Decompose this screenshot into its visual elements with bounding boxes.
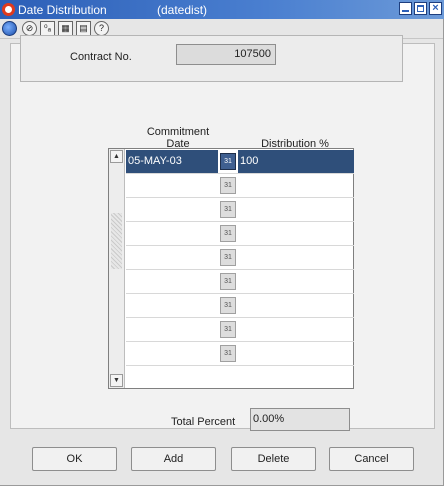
calendar-icon[interactable]: 31 — [220, 345, 236, 362]
calendar-icon[interactable]: 31 — [220, 225, 236, 242]
calendar-icon[interactable]: ▦ — [58, 21, 73, 36]
date-cell[interactable] — [126, 222, 218, 245]
calendar-icon[interactable]: 31 — [220, 153, 236, 170]
contract-label: Contract No. — [70, 51, 132, 63]
cancel-button[interactable]: Cancel — [329, 447, 414, 471]
calendar-icon[interactable]: 31 — [220, 297, 236, 314]
commitment-header: Commitment — [146, 126, 210, 138]
date-distribution-window: Date Distribution (datedist) × ⊘ ⁰ₐ ▦ ▤ … — [0, 0, 444, 486]
distribution-cell[interactable] — [238, 342, 354, 365]
scroll-thumb[interactable] — [111, 213, 122, 269]
date-cell[interactable] — [126, 174, 218, 197]
grid-row[interactable]: 31 — [126, 198, 354, 222]
window-title: Date Distribution — [18, 3, 107, 17]
print-icon[interactable]: ▤ — [76, 21, 91, 36]
window-subtitle: (datedist) — [157, 3, 208, 17]
app-logo-icon — [2, 3, 15, 16]
grid-row[interactable]: 31 — [126, 342, 354, 366]
date-cell[interactable] — [126, 198, 218, 221]
date-cell[interactable] — [126, 294, 218, 317]
calendar-icon[interactable]: 31 — [220, 177, 236, 194]
distribution-cell[interactable] — [238, 222, 354, 245]
add-button[interactable]: Add — [131, 447, 216, 471]
ok-button[interactable]: OK — [32, 447, 117, 471]
grid-row[interactable]: 31 — [126, 294, 354, 318]
maximize-icon[interactable] — [414, 2, 427, 15]
window-controls: × — [399, 2, 442, 15]
date-cell[interactable] — [126, 318, 218, 341]
distribution-cell[interactable] — [238, 318, 354, 341]
contract-number-field[interactable]: 107500 — [176, 44, 276, 65]
distribution-cell[interactable] — [238, 174, 354, 197]
grid-row[interactable]: 31 — [126, 270, 354, 294]
date-cell[interactable] — [126, 342, 218, 365]
title-bar[interactable]: Date Distribution (datedist) × — [0, 0, 444, 19]
grid-row[interactable]: 31 — [126, 222, 354, 246]
grid-row[interactable]: 05-MAY-03 31 100 — [126, 150, 354, 174]
grid-scrollbar[interactable]: ▲ ▼ — [109, 149, 125, 388]
question-icon[interactable]: ? — [94, 21, 109, 36]
help-icon[interactable]: ⁰ₐ — [40, 21, 55, 36]
globe-icon[interactable] — [2, 21, 17, 36]
calendar-icon[interactable]: 31 — [220, 249, 236, 266]
date-cell[interactable]: 05-MAY-03 — [126, 150, 218, 173]
grid-row[interactable]: 31 — [126, 318, 354, 342]
distribution-cell[interactable]: 100 — [238, 150, 354, 173]
date-cell[interactable] — [126, 270, 218, 293]
calendar-icon[interactable]: 31 — [220, 273, 236, 290]
minimize-icon[interactable] — [399, 2, 412, 15]
calendar-icon[interactable]: 31 — [220, 201, 236, 218]
total-percent-label: Total Percent — [171, 416, 236, 428]
distribution-cell[interactable] — [238, 270, 354, 293]
delete-button[interactable]: Delete — [231, 447, 316, 471]
distribution-grid: ▲ ▼ 05-MAY-03 31 100 31 31 31 31 31 31 3… — [108, 148, 354, 389]
total-percent-field: 0.00% — [250, 408, 350, 431]
distribution-cell[interactable] — [238, 294, 354, 317]
exit-icon[interactable]: ⊘ — [22, 21, 37, 36]
scroll-down-icon[interactable]: ▼ — [110, 374, 123, 387]
distribution-cell[interactable] — [238, 198, 354, 221]
close-icon[interactable]: × — [429, 2, 442, 15]
grid-row[interactable]: 31 — [126, 174, 354, 198]
grid-row[interactable]: 31 — [126, 246, 354, 270]
date-cell[interactable] — [126, 246, 218, 269]
scroll-up-icon[interactable]: ▲ — [110, 150, 123, 163]
calendar-icon[interactable]: 31 — [220, 321, 236, 338]
distribution-cell[interactable] — [238, 246, 354, 269]
